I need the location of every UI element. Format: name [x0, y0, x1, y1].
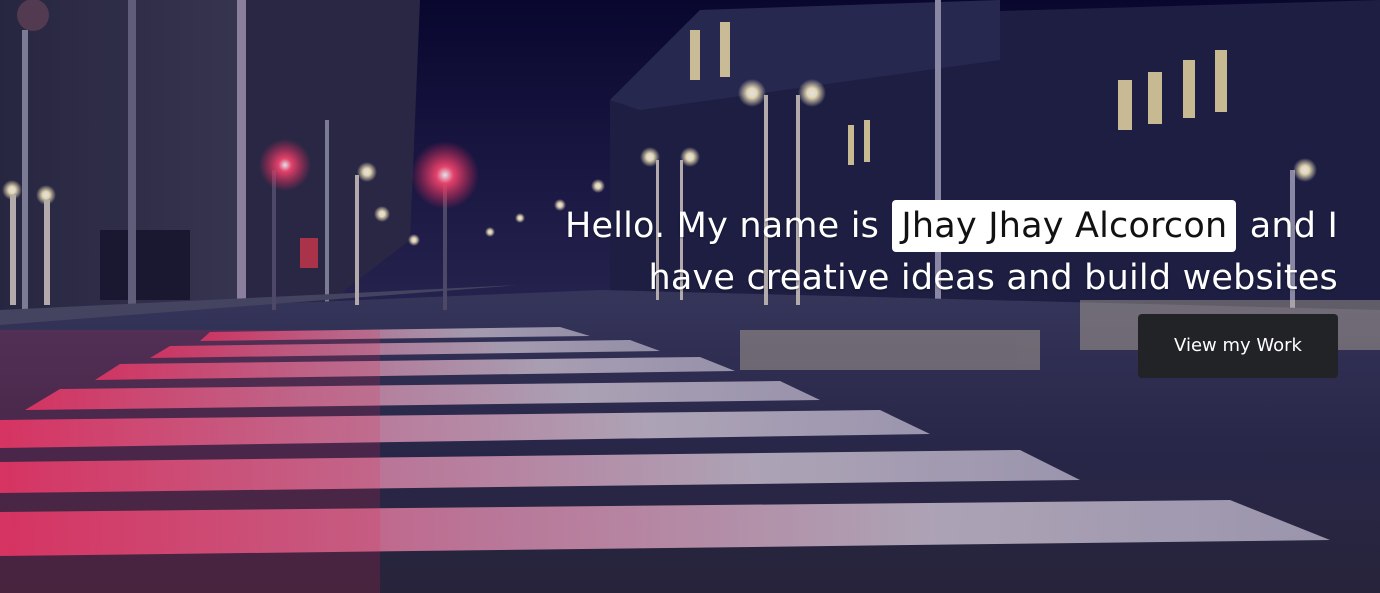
hero-heading-intro: Hello. My name is: [564, 206, 880, 246]
hero-heading: Hello. My name is Jhay Jhay Alcorcon and…: [518, 200, 1338, 304]
hero-section: Hello. My name is Jhay Jhay Alcorcon and…: [0, 0, 1380, 593]
name-highlight: Jhay Jhay Alcorcon: [892, 200, 1237, 252]
hero-content: Hello. My name is Jhay Jhay Alcorcon and…: [518, 200, 1338, 378]
view-my-work-button[interactable]: View my Work: [1138, 314, 1338, 378]
cta-wrapper: View my Work: [518, 314, 1338, 378]
